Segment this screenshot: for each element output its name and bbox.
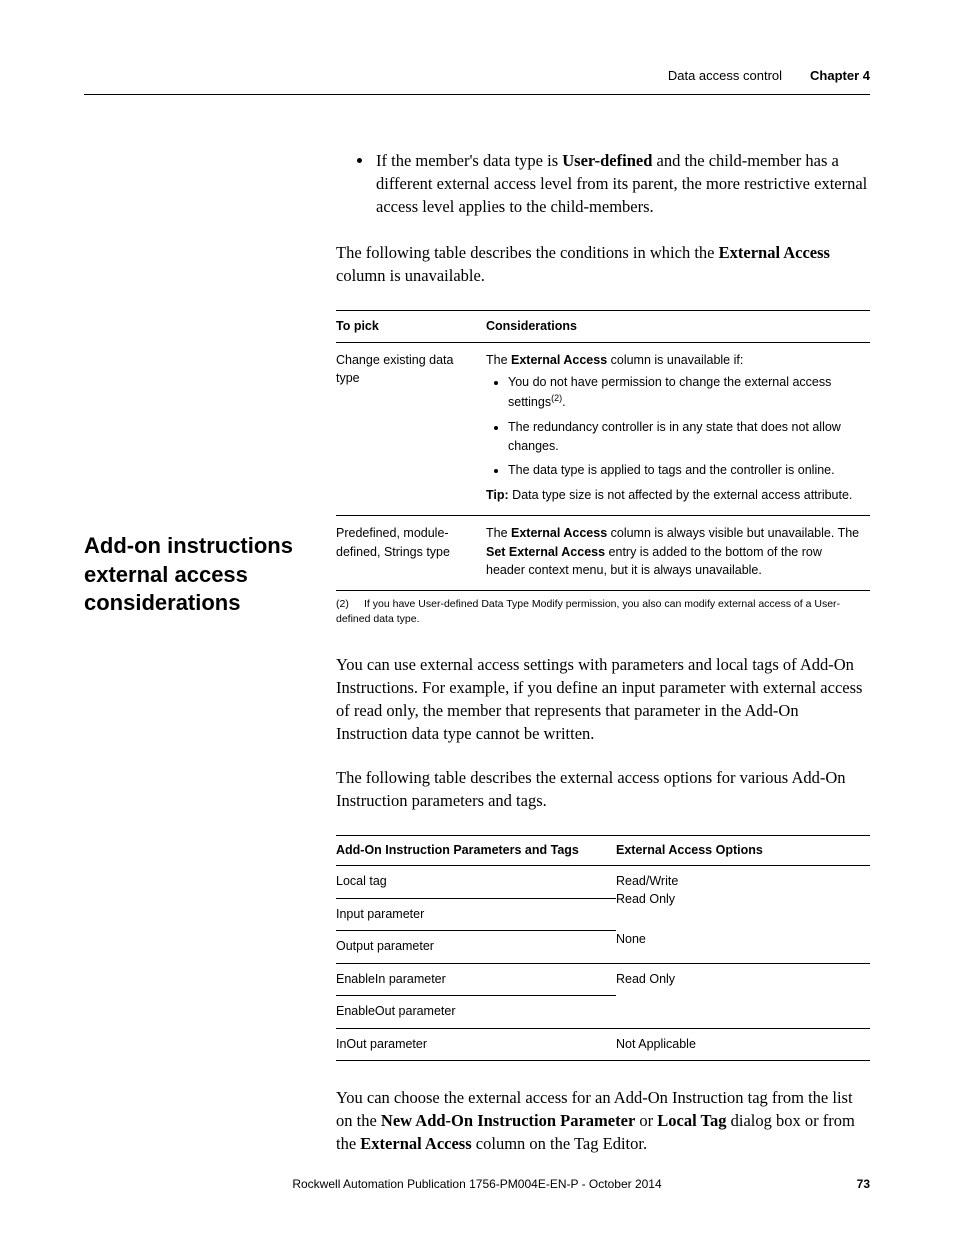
footer-page-number: 73 [830, 1177, 870, 1191]
conditions-table: To pick Considerations Change existing d… [336, 310, 870, 591]
r1-b2: The redundancy controller is in any stat… [508, 418, 864, 456]
table1-r2-c1: Predefined, module-defined, Strings type [336, 515, 486, 590]
intro-c: column is unavailable. [336, 266, 485, 285]
table2-head-params: Add-On Instruction Parameters and Tags [336, 835, 616, 866]
page: Data access control Chapter 4 Add-on ins… [0, 0, 954, 1235]
b3-c: or [635, 1111, 657, 1130]
header-chapter: Chapter 4 [810, 68, 870, 83]
t2-l2: Output parameter [336, 931, 616, 964]
intro-bold: External Access [719, 243, 830, 262]
table-row: InOut parameter Not Applicable [336, 1028, 870, 1061]
footer-publication: Rockwell Automation Publication 1756-PM0… [124, 1177, 830, 1191]
bullet-text-prefix: If the member's data type is [376, 151, 562, 170]
table2-head-options: External Access Options [616, 835, 870, 866]
running-header: Data access control Chapter 4 [84, 68, 870, 83]
table-row: Output parameter None [336, 931, 870, 964]
t2-l5: InOut parameter [336, 1028, 616, 1061]
r1-lead-c: column is unavailable if: [607, 353, 743, 367]
table-row: EnableIn parameter Read Only [336, 963, 870, 996]
r1-b1: You do not have permission to change the… [508, 373, 864, 412]
t2-g1-l1: Read Only [616, 891, 870, 909]
body2-p2: The following table describes the extern… [336, 767, 870, 813]
r1-tip: Tip: Data type size is not affected by t… [486, 486, 864, 505]
table-row: Change existing data type The External A… [336, 342, 870, 515]
r2-a: The [486, 526, 511, 540]
b3-f: External Access [360, 1134, 471, 1153]
table-row: Local tag Read/Write Read Only [336, 866, 870, 899]
options-table: Add-On Instruction Parameters and Tags E… [336, 835, 870, 1062]
r1-lead-a: The [486, 353, 511, 367]
body3-paragraph: You can choose the external access for a… [336, 1087, 870, 1155]
top-bullet-list: If the member's data type is User-define… [336, 150, 870, 218]
r2-b: External Access [511, 526, 607, 540]
body2-p1: You can use external access settings wit… [336, 654, 870, 745]
top-bullet-item: If the member's data type is User-define… [374, 150, 870, 218]
table-row: Predefined, module-defined, Strings type… [336, 515, 870, 590]
header-rule [84, 94, 870, 95]
section-heading: Add-on instructions external access cons… [84, 532, 314, 618]
t2-l3: EnableIn parameter [336, 963, 616, 996]
r1-b3: The data type is applied to tags and the… [508, 461, 864, 480]
t2-g1-lines: Read/Write Read Only [616, 866, 870, 931]
t2-g1-l2: None [616, 931, 870, 964]
table1-head-topick: To pick [336, 310, 486, 342]
table-row: EnableOut parameter [336, 996, 870, 1029]
t2-g1-l0: Read/Write [616, 873, 870, 891]
intro-paragraph: The following table describes the condit… [336, 242, 870, 288]
table1-r1-c1: Change existing data type [336, 342, 486, 515]
r1-lead-b: External Access [511, 353, 607, 367]
page-footer: Rockwell Automation Publication 1756-PM0… [84, 1177, 870, 1191]
bullet-bold-userdefined: User-defined [562, 151, 652, 170]
t2-l1: Input parameter [336, 898, 616, 931]
r2-c: column is always visible but unavailable… [607, 526, 859, 540]
table1-footnote: (2)If you have User-defined Data Type Mo… [336, 597, 870, 626]
footnote-num: (2) [336, 597, 364, 611]
t2-g2: Read Only [616, 963, 870, 996]
b3-b: New Add-On Instruction Parameter [381, 1111, 635, 1130]
b3-g: column on the Tag Editor. [472, 1134, 647, 1153]
r1-b1-sup: (2) [551, 393, 562, 403]
r1-tip-text: Data type size is not affected by the ex… [509, 488, 853, 502]
r1-bullet-list: You do not have permission to change the… [486, 373, 864, 480]
b3-d: Local Tag [657, 1111, 726, 1130]
t2-l0: Local tag [336, 866, 616, 899]
r1-b1-b: . [562, 395, 565, 409]
t2-l4: EnableOut parameter [336, 996, 616, 1029]
t2-g3: Not Applicable [616, 1028, 870, 1061]
header-section: Data access control [668, 68, 782, 83]
main-content: If the member's data type is User-define… [336, 150, 870, 1178]
intro-a: The following table describes the condit… [336, 243, 719, 262]
table1-r2-c2: The External Access column is always vis… [486, 515, 870, 590]
t2-g2-empty [616, 996, 870, 1029]
table1-head-considerations: Considerations [486, 310, 870, 342]
r1-tip-label: Tip: [486, 488, 509, 502]
table1-r1-c2: The External Access column is unavailabl… [486, 342, 870, 515]
footnote-text: If you have User-defined Data Type Modif… [336, 598, 840, 624]
r2-d: Set External Access [486, 545, 605, 559]
